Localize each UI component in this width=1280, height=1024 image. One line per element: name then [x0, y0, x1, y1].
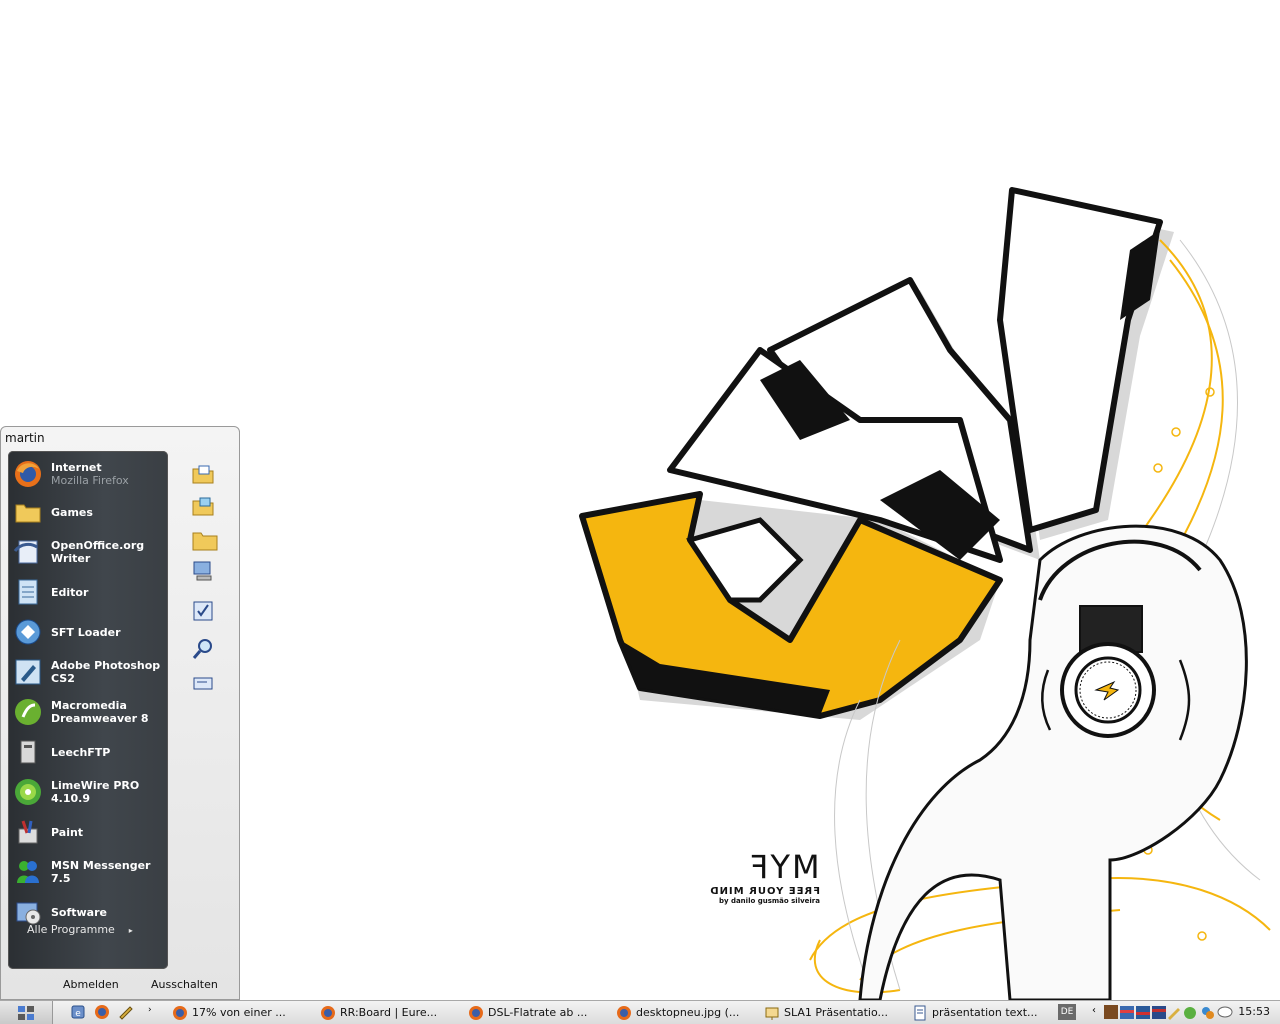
taskbar-button[interactable]: RR:Board | Eure... [316, 1002, 460, 1023]
dreamweaver-icon [12, 696, 44, 728]
taskbar-button[interactable]: desktopneu.jpg (... [612, 1002, 756, 1023]
wallpaper-subtitle: FREE YOUR MIND [709, 886, 820, 897]
wallpaper-title: MYF [748, 848, 820, 886]
program-label: LimeWire PRO 4.10.9 [51, 779, 140, 805]
program-label: MSN Messenger 7.5 [51, 859, 151, 885]
program-label: Paint [51, 825, 84, 839]
start-menu: martin Internet Mozilla Firefox Games OpenO… [0, 426, 240, 1000]
folder-icon [12, 496, 44, 528]
folder-icon[interactable] [191, 527, 218, 551]
taskbar-button[interactable]: DSL-Flatrate ab ... [464, 1002, 608, 1023]
program-list: Internet Mozilla Firefox Games OpenOffice.o… [8, 451, 168, 969]
taskbar-button-label: 17% von einer ... [192, 1006, 286, 1019]
program-label: Editor [51, 585, 89, 599]
program-label: Internet [51, 461, 102, 474]
program-item[interactable]: SFT Loader [12, 613, 166, 651]
program-item[interactable]: Internet Mozilla Firefox [12, 455, 166, 493]
clock: 15:53 [1238, 1005, 1270, 1018]
chevron-right-icon: ▸ [128, 926, 133, 935]
firefox-icon [616, 1005, 632, 1021]
documents-folder-icon[interactable] [191, 463, 215, 487]
taskbar-button[interactable]: präsentation text... [908, 1002, 1052, 1023]
shutdown-button[interactable]: Ausschalten [151, 978, 218, 991]
taskbar-button-label: SLA1 Präsentatio... [784, 1006, 889, 1019]
program-label: OpenOffice.org Writer [51, 539, 145, 565]
start-button[interactable] [0, 1001, 53, 1024]
program-label: Adobe Photoshop CS2 [51, 659, 161, 685]
program-label: Games [51, 505, 93, 519]
taskbar-button-label: DSL-Flatrate ab ... [488, 1006, 588, 1019]
firefox-icon [172, 1005, 188, 1021]
wallpaper-credit: by danilo gusmão silveira [718, 897, 820, 905]
search-icon[interactable] [191, 637, 215, 661]
program-item[interactable]: Paint [12, 813, 166, 851]
taskbar-button[interactable]: SLA1 Präsentatio... [760, 1002, 904, 1023]
program-item[interactable]: Macromedia Dreamweaver 8 [12, 693, 166, 731]
paint-icon [12, 816, 44, 848]
firefox-icon[interactable] [94, 1004, 110, 1020]
language-indicator[interactable]: DE [1058, 1004, 1076, 1020]
program-label: Software [51, 905, 107, 919]
notepad-icon [12, 576, 44, 608]
taskbar-button[interactable]: 17% von einer ... [168, 1002, 312, 1023]
firefox-icon [468, 1005, 484, 1021]
program-item[interactable]: Adobe Photoshop CS2 [12, 653, 166, 691]
leechftp-icon [12, 736, 44, 768]
firefox-icon [12, 458, 44, 490]
taskbar-button-label: präsentation text... [932, 1006, 1038, 1019]
quicklaunch-expand-icon[interactable]: › [148, 1005, 152, 1015]
svg-text:e: e [75, 1009, 81, 1019]
program-label: LeechFTP [51, 745, 111, 759]
all-programs-label: Alle Programme [27, 923, 115, 936]
limewire-icon [12, 776, 44, 808]
my-computer-icon[interactable] [191, 559, 215, 583]
all-programs-button[interactable]: Alle Programme ▸ [27, 923, 133, 936]
control-panel-icon[interactable] [191, 599, 215, 623]
user-name: martin [5, 431, 45, 445]
program-item[interactable]: OpenOffice.org Writer [12, 533, 166, 571]
program-item[interactable]: Editor [12, 573, 166, 611]
program-sublabel: Mozilla Firefox [51, 474, 129, 487]
program-label: Macromedia Dreamweaver 8 [51, 699, 149, 725]
dreamweaver-icon[interactable] [118, 1004, 134, 1020]
photoshop-icon [12, 656, 44, 688]
taskbar-button-label: RR:Board | Eure... [340, 1006, 438, 1019]
program-item[interactable]: LimeWire PRO 4.10.9 [12, 773, 166, 811]
run-icon[interactable] [191, 671, 215, 695]
taskbar-button-label: desktopneu.jpg (... [636, 1006, 740, 1019]
program-item[interactable]: LeechFTP [12, 733, 166, 771]
program-label: SFT Loader [51, 625, 121, 639]
msn-messenger-icon [12, 856, 44, 888]
sft-loader-icon [12, 616, 44, 648]
pictures-folder-icon[interactable] [191, 495, 215, 519]
presentation-icon [764, 1005, 780, 1021]
system-tray: DE ‹ 15:53 [1056, 1001, 1280, 1024]
wallpaper-logo: MYF FREE YOUR MIND by danilo gusmão silv… [690, 848, 820, 905]
show-desktop-icon[interactable]: e [70, 1004, 86, 1020]
program-item[interactable]: Games [12, 493, 166, 531]
taskbar: e › 17% von einer ... RR:Board | Eure... D… [0, 1000, 1280, 1024]
tray-icons[interactable] [1104, 1004, 1234, 1022]
program-item[interactable]: MSN Messenger 7.5 [12, 853, 166, 891]
tray-expand-icon[interactable]: ‹ [1092, 1005, 1096, 1016]
openoffice-writer-icon [12, 536, 44, 568]
windows-logo-icon [18, 1005, 34, 1020]
document-icon [912, 1005, 928, 1021]
firefox-icon [320, 1005, 336, 1021]
logoff-button[interactable]: Abmelden [63, 978, 119, 991]
